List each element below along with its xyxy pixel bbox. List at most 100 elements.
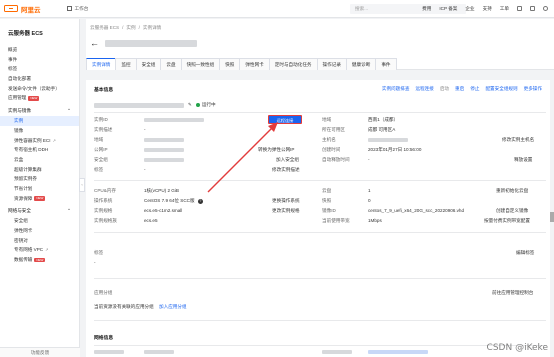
sidebar-item-keypair[interactable]: 密钥对	[0, 236, 79, 246]
top-link-cost[interactable]: 费用	[422, 6, 431, 12]
edit-tags-link[interactable]: 编辑标签	[516, 250, 534, 256]
stop-button[interactable]: 停止	[470, 86, 479, 92]
divider	[94, 320, 546, 321]
app-group-title: 应用分组	[94, 290, 113, 295]
troubleshoot-link[interactable]: 实例问题排查	[382, 86, 410, 92]
reinit-disk-link[interactable]: 重新初始化云盘	[496, 188, 528, 194]
sidebar-item-eni[interactable]: 弹性网卡	[0, 226, 79, 236]
tab-eni[interactable]: 弹性网卡	[239, 58, 270, 70]
remote-connect-link[interactable]: 远程连接	[415, 86, 433, 92]
tab-instance-detail[interactable]: 实例详情	[86, 58, 117, 70]
value-description: -	[144, 127, 146, 132]
sidebar-item-auto-deploy[interactable]: 自动化部署	[0, 74, 79, 84]
config-sg-rules-link[interactable]: 配置安全组规则	[485, 86, 517, 92]
app-management-console-link[interactable]: 前往应用管理控制台	[492, 290, 533, 296]
sidebar-item-label: 资源保障	[14, 195, 33, 201]
sidebar-item-cloudbox[interactable]: 云盒	[0, 155, 79, 165]
sidebar-item-overview[interactable]: 概览	[0, 45, 79, 55]
label-description: 实例描述	[94, 127, 113, 132]
sidebar-item-scc[interactable]: 超级计算集群	[0, 165, 79, 175]
release-settings-link[interactable]: 释放设置	[514, 157, 532, 163]
running-dot-icon	[195, 102, 200, 107]
sidebar-group-label: 网络与安全	[8, 208, 31, 214]
top-link-support[interactable]: 支持	[483, 6, 492, 12]
sidebar-item-eci[interactable]: 弹性容器实例 ECI ↗	[0, 136, 79, 146]
tab-operation-log[interactable]: 操作记录	[316, 58, 347, 70]
sidebar-item-security-group[interactable]: 安全组	[0, 216, 79, 226]
instance-detail-card: 基本信息 实例问题排查 远程连接 启动 重启 停止 配置安全组规则 更多操作 ✎…	[86, 80, 550, 357]
new-badge: NEW	[28, 96, 40, 101]
tab-disk[interactable]: 云盘	[160, 58, 182, 70]
create-image-link[interactable]: 创建自定义镜像	[496, 208, 528, 214]
breadcrumb-ecs[interactable]: 云服务器 ECS	[90, 25, 119, 31]
message-icon[interactable]	[517, 6, 522, 11]
sidebar-item-vpc[interactable]: 专有网络 VPC ↗	[0, 245, 79, 255]
aliyun-logo[interactable]: 阿里云	[4, 4, 41, 14]
sidebar-item-savings-plan[interactable]: 节省计划	[0, 184, 79, 194]
label-bandwidth: 当前使用带宽	[322, 218, 350, 223]
top-link-icp[interactable]: ICP 备案	[439, 6, 457, 12]
change-os-link[interactable]: 更换操作系统	[272, 198, 300, 204]
divider	[94, 345, 546, 346]
tab-events[interactable]: 事件	[375, 58, 397, 70]
tab-scheduled-tasks[interactable]: 定时与自动化任务	[268, 58, 318, 70]
divider	[94, 180, 546, 181]
value-bandwidth: 1Mbps	[368, 218, 382, 223]
help-icon[interactable]: ?	[197, 199, 203, 204]
sidebar-item-image[interactable]: 镜像	[0, 126, 79, 136]
value-instance-family: ecs.e5	[144, 218, 158, 223]
feedback-button[interactable]: 功能反馈	[0, 347, 80, 357]
aliyun-logo-icon	[4, 5, 18, 12]
edit-icon[interactable]: ✎	[188, 102, 192, 108]
sidebar-group-instances[interactable]: 实例与镜像 ⌃	[0, 106, 79, 116]
label-created: 创建时间	[322, 147, 341, 152]
tab-health-diagnosis[interactable]: 健康诊断	[345, 58, 377, 70]
app-group-desc: 当前资源没有关联的应用分组 加入应用分组	[94, 304, 187, 309]
label-auto-release: 自动释放时间	[322, 157, 350, 162]
restart-button[interactable]: 重启	[455, 86, 464, 92]
bandwidth-config-link[interactable]: 按量付费实例带宽配置	[484, 218, 530, 224]
value-instance-type[interactable]: ecs.e5-c1m2.small	[144, 208, 182, 213]
more-actions-dropdown[interactable]: 更多操作	[524, 86, 542, 92]
back-arrow-icon[interactable]: ←	[90, 39, 99, 48]
page-header: 云服务器 ECS / 实例 / 实例详情 ←	[86, 19, 554, 61]
label-os: 操作系统	[94, 198, 113, 203]
cart-icon[interactable]	[530, 6, 535, 11]
workspace-switcher[interactable]: 工作台	[66, 6, 88, 12]
top-link-enterprise[interactable]: 企业	[465, 6, 474, 12]
change-type-link[interactable]: 更改实例规格	[272, 208, 300, 214]
label-tag: 标签	[94, 167, 104, 172]
sidebar-item-ddh[interactable]: 专有宿主机 DDH	[0, 145, 79, 155]
avatar[interactable]	[543, 6, 548, 11]
sidebar-item-app-management[interactable]: 应用管理 NEW	[0, 93, 79, 103]
divider	[94, 232, 546, 233]
sidebar-item-data-transfer[interactable]: 数据传输 NEW	[0, 255, 79, 265]
start-button[interactable]: 启动	[440, 86, 449, 92]
detail-tabs: 实例详情 监控 安全组 云盘 快照一致性组 快照 弹性网卡 定时与自动化任务 操…	[86, 58, 554, 70]
top-link-ticket[interactable]: 工单	[500, 6, 509, 12]
value-snapshot[interactable]: 0	[368, 198, 371, 203]
value-image-id: centos_7_9_uefi_x64_20G_scc_20220906.vhd	[368, 208, 465, 213]
floating-help-tab[interactable]	[550, 212, 554, 222]
tab-snapshot-group[interactable]: 快照一致性组	[180, 58, 221, 70]
sidebar-group-network[interactable]: 网络与安全 ⌃	[0, 206, 79, 216]
label-instance-type: 实例规格	[94, 208, 113, 213]
tab-security-group[interactable]: 安全组	[135, 58, 162, 70]
sidebar: 云服务器 ECS 概览 事件 标签 自动化部署 发送命令/文件（云助手） 应用管…	[0, 19, 80, 357]
tab-snapshot[interactable]: 快照	[219, 58, 241, 70]
sidebar-item-events[interactable]: 事件	[0, 55, 79, 65]
value-created: 2023年01月27日 10:56:00	[368, 147, 422, 152]
join-app-group-link[interactable]: 加入应用分组	[159, 304, 187, 309]
value-disk[interactable]: 1	[368, 188, 371, 193]
breadcrumb-instances[interactable]: 实例	[126, 25, 135, 31]
sidebar-item-instance[interactable]: 实例	[0, 116, 79, 126]
sidebar-item-tags[interactable]: 标签	[0, 64, 79, 74]
sidebar-collapse-toggle[interactable]: ‹	[79, 178, 85, 192]
edit-hostname-link[interactable]: 修改实例主机名	[502, 137, 534, 143]
tab-monitor[interactable]: 监控	[115, 58, 137, 70]
sidebar-item-capacity[interactable]: 资源保障 NEW	[0, 194, 79, 204]
sidebar-item-reserved[interactable]: 预留实例券	[0, 174, 79, 184]
instance-id-redacted	[144, 118, 204, 122]
sidebar-item-cloud-assistant[interactable]: 发送命令/文件（云助手）	[0, 84, 79, 94]
region-redacted	[144, 138, 184, 142]
